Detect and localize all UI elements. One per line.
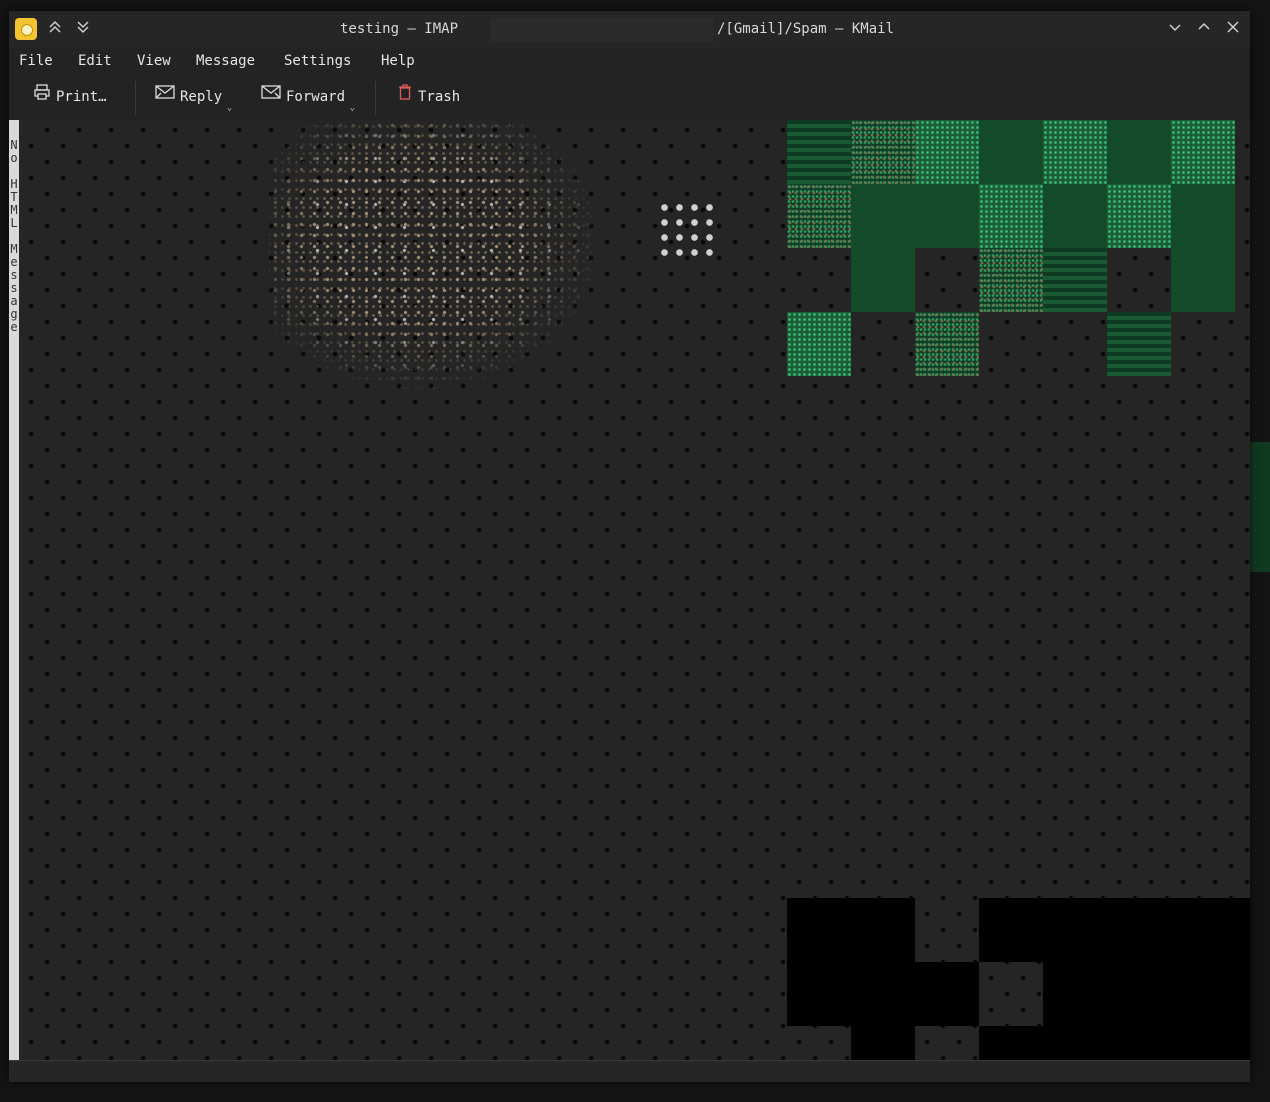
broken-image-glyph [657,200,719,262]
forward-envelope-icon [261,83,281,111]
maximize-button[interactable] [1194,19,1214,39]
forward-label: Forward [286,89,346,105]
window-title-left: testing – IMAP [340,21,459,37]
print-button[interactable]: Print… [33,83,107,111]
message-viewer[interactable]: No HTML Message [9,120,1250,1060]
reply-dropdown-icon[interactable]: ⌄ [227,104,232,113]
html-status-label: No HTML Message [9,138,21,333]
minimize-button[interactable] [1165,19,1185,39]
toolbar-separator [375,81,376,115]
close-button[interactable] [1223,19,1243,39]
glitched-green-image [787,120,1250,385]
glitched-black-block [915,962,979,1026]
menu-file[interactable]: File [19,48,53,74]
menu-help[interactable]: Help [381,48,415,74]
menu-settings[interactable]: Settings [284,48,351,74]
trash-label: Trash [418,89,461,105]
glitched-black-block [979,898,1250,962]
title-bar[interactable]: testing – IMAP /[Gmail]/Spam – KMail [9,11,1250,48]
reply-label: Reply [180,89,223,105]
reply-button[interactable]: Reply ⌄ [155,83,232,113]
broken-image-noise [269,120,599,390]
kmail-window: testing – IMAP /[Gmail]/Spam – KMail Fil… [9,11,1250,1082]
menu-view[interactable]: View [137,48,171,74]
toolbar-separator [135,81,136,115]
keep-above-icon[interactable] [45,19,65,39]
html-status-bar: No HTML Message [9,120,21,1060]
keep-below-icon[interactable] [73,19,93,39]
trash-button[interactable]: Trash [397,83,460,111]
print-label: Print… [56,89,107,105]
window-title-right: /[Gmail]/Spam – KMail [717,21,895,37]
background-window-glimpse [1250,442,1270,572]
redacted-account-name [491,18,713,42]
status-bar [9,1060,1250,1082]
menu-edit[interactable]: Edit [78,48,112,74]
printer-icon [33,83,51,111]
main-toolbar: Print… Reply ⌄ Forward ⌄ Trash [9,75,1250,120]
glitched-black-block [979,1026,1043,1060]
reply-envelope-icon [155,83,175,111]
menu-bar: File Edit View Message Settings Help [9,48,1250,74]
desktop: testing – IMAP /[Gmail]/Spam – KMail Fil… [0,0,1270,1102]
forward-button[interactable]: Forward ⌄ [261,83,355,113]
menu-message[interactable]: Message [196,48,255,74]
glitched-black-block [851,1026,915,1060]
forward-dropdown-icon[interactable]: ⌄ [350,104,355,113]
kmail-app-icon[interactable] [15,18,37,40]
glitched-black-block [1043,962,1250,1060]
trash-icon [397,83,413,111]
glitched-black-block [787,898,915,1026]
